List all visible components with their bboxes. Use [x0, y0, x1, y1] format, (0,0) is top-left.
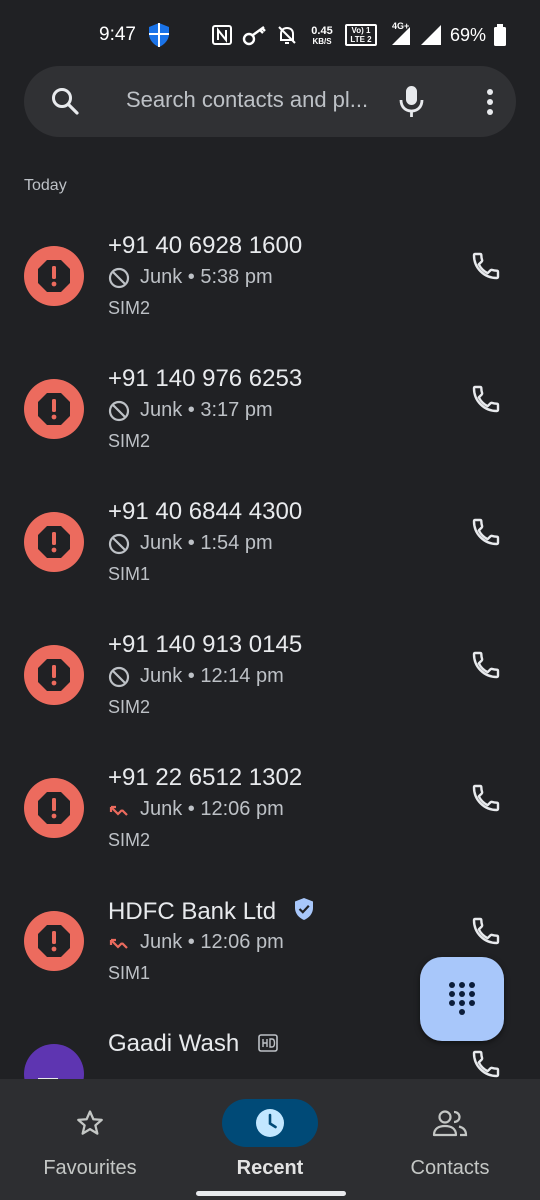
search-icon[interactable]	[50, 86, 80, 116]
nav-favourites[interactable]: Favourites	[0, 1079, 180, 1200]
phone-call-icon[interactable]	[466, 512, 506, 552]
nav-label: Favourites	[43, 1157, 137, 1179]
phone-call-icon[interactable]	[466, 911, 506, 951]
phone-call-icon[interactable]	[466, 1044, 506, 1079]
blocked-icon	[108, 267, 130, 288]
call-detail: Junk • 3:17 pm	[108, 399, 273, 422]
nav-recent[interactable]: Recent	[180, 1079, 360, 1200]
call-detail: Junk • 12:14 pm	[108, 665, 284, 688]
blocked-icon	[108, 533, 130, 554]
bottom-navigation: Favourites Recent Contacts	[0, 1079, 540, 1200]
vpn-key-icon	[242, 22, 268, 48]
call-detail: Junk • 12:06 pm	[108, 798, 284, 821]
signal-icon-sim1: 4G+	[384, 22, 414, 48]
people-icon[interactable]	[402, 1099, 498, 1147]
hd-icon	[258, 1031, 278, 1059]
caller-name: HDFC Bank Ltd	[108, 897, 315, 928]
home-indicator[interactable]	[196, 1191, 346, 1196]
status-time: 9:47	[99, 24, 136, 45]
section-header-today: Today	[24, 177, 67, 194]
sim-label: SIM2	[108, 431, 151, 451]
call-row[interactable]: +91 40 6844 4300 Junk • 1:54 pm SIM1	[0, 488, 540, 621]
missed-call-icon	[109, 938, 128, 949]
nav-contacts[interactable]: Contacts	[360, 1079, 540, 1200]
nfc-icon	[210, 22, 234, 48]
caller-name: Gaadi Wash	[108, 1030, 278, 1059]
verified-badge-icon	[293, 897, 315, 928]
call-row[interactable]: +91 40 6928 1600 Junk • 5:38 pm SIM2	[0, 222, 540, 355]
sim-label: SIM2	[108, 697, 151, 717]
junk-warning-icon	[24, 512, 84, 572]
mic-icon[interactable]	[394, 82, 430, 120]
bell-off-icon	[276, 22, 298, 48]
star-icon[interactable]	[42, 1099, 138, 1147]
dialpad-button[interactable]	[420, 957, 504, 1041]
missed-call-icon	[109, 805, 128, 816]
sim-label: SIM2	[108, 298, 151, 318]
volte-badge: Vo) 1 LTE 2	[345, 24, 377, 46]
junk-warning-icon	[24, 379, 84, 439]
caller-name: +91 40 6844 4300	[108, 498, 303, 525]
call-detail: Junk • 1:54 pm	[108, 532, 273, 555]
nav-label: Recent	[236, 1157, 304, 1179]
battery-icon	[492, 22, 508, 48]
nav-label: Contacts	[410, 1157, 490, 1179]
call-row[interactable]: +91 140 976 6253 Junk • 3:17 pm SIM2	[0, 355, 540, 488]
caller-name: +91 40 6928 1600	[108, 232, 303, 259]
call-detail: Junk • 5:38 pm	[108, 266, 273, 289]
junk-warning-icon	[24, 778, 84, 838]
battery-percent: 69%	[450, 25, 487, 45]
signal-icon	[418, 22, 444, 48]
call-row[interactable]: +91 140 913 0145 Junk • 12:14 pm SIM2	[0, 621, 540, 754]
call-row[interactable]: +91 22 6512 1302 Junk • 12:06 pm SIM2	[0, 754, 540, 887]
blocked-icon	[108, 666, 130, 687]
caller-name: +91 140 976 6253	[108, 365, 303, 392]
caller-name: +91 22 6512 1302	[108, 764, 303, 791]
blocked-icon	[108, 400, 130, 421]
junk-warning-icon	[24, 911, 84, 971]
dialpad-icon	[449, 982, 475, 1015]
more-vert-icon[interactable]	[484, 85, 496, 119]
junk-warning-icon	[24, 645, 84, 705]
phone-call-icon[interactable]	[466, 778, 506, 818]
phone-call-icon[interactable]	[466, 246, 506, 286]
search-input[interactable]: Search contacts and pl...	[126, 87, 396, 117]
phone-call-icon[interactable]	[466, 645, 506, 685]
sim-label: SIM1	[108, 564, 151, 584]
caller-name: +91 140 913 0145	[108, 631, 303, 658]
sim-label: SIM2	[108, 830, 151, 850]
clock-icon[interactable]	[222, 1099, 318, 1147]
status-bar: 9:47 0.45 KB/S Vo) 1 LTE 2 4G+ 69%	[0, 0, 540, 66]
business-icon	[24, 1044, 84, 1079]
shield-icon	[146, 22, 172, 48]
search-bar[interactable]: Search contacts and pl...	[24, 66, 516, 137]
junk-warning-icon	[24, 246, 84, 306]
sim-label: SIM1	[108, 963, 151, 983]
call-detail: Junk • 12:06 pm	[108, 931, 284, 954]
phone-call-icon[interactable]	[466, 379, 506, 419]
data-speed: 0.45 KB/S	[311, 24, 333, 46]
